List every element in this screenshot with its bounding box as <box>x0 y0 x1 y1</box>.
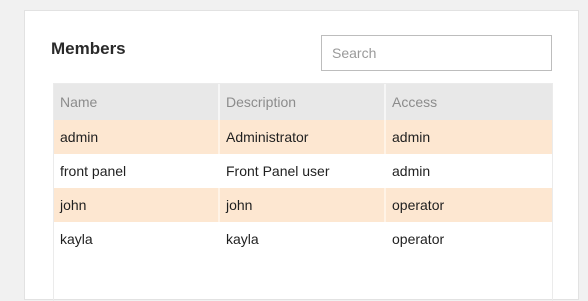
table-row[interactable]: front panel Front Panel user admin <box>54 154 552 188</box>
cell-name: john <box>54 188 220 222</box>
table-row[interactable]: kayla kayla operator <box>54 222 552 256</box>
table-row[interactable]: john john operator <box>54 188 552 222</box>
panel-title: Members <box>51 39 126 58</box>
cell-access: admin <box>392 129 431 145</box>
cell-description: john <box>220 188 386 222</box>
cell-name: kayla <box>60 231 93 247</box>
table-header-row: Name Description Access <box>54 84 552 120</box>
cell-name: front panel <box>60 163 127 179</box>
cell-description: Administrator <box>220 120 386 154</box>
cell-access: operator <box>392 231 445 247</box>
cell-name: admin <box>54 120 220 154</box>
cell-access: operator <box>392 197 445 213</box>
cell-access: admin <box>392 163 431 179</box>
column-header-description[interactable]: Description <box>220 84 386 120</box>
cell-description: kayla <box>226 231 259 247</box>
column-header-name[interactable]: Name <box>54 84 220 120</box>
members-table: Name Description Access admin Administra… <box>53 83 553 301</box>
search-input[interactable] <box>321 35 552 71</box>
column-header-access[interactable]: Access <box>386 84 552 120</box>
members-panel: Members Name Description Access admin Ad… <box>24 10 579 301</box>
table-row[interactable]: admin Administrator admin <box>54 120 552 154</box>
cell-description: Front Panel user <box>226 163 330 179</box>
